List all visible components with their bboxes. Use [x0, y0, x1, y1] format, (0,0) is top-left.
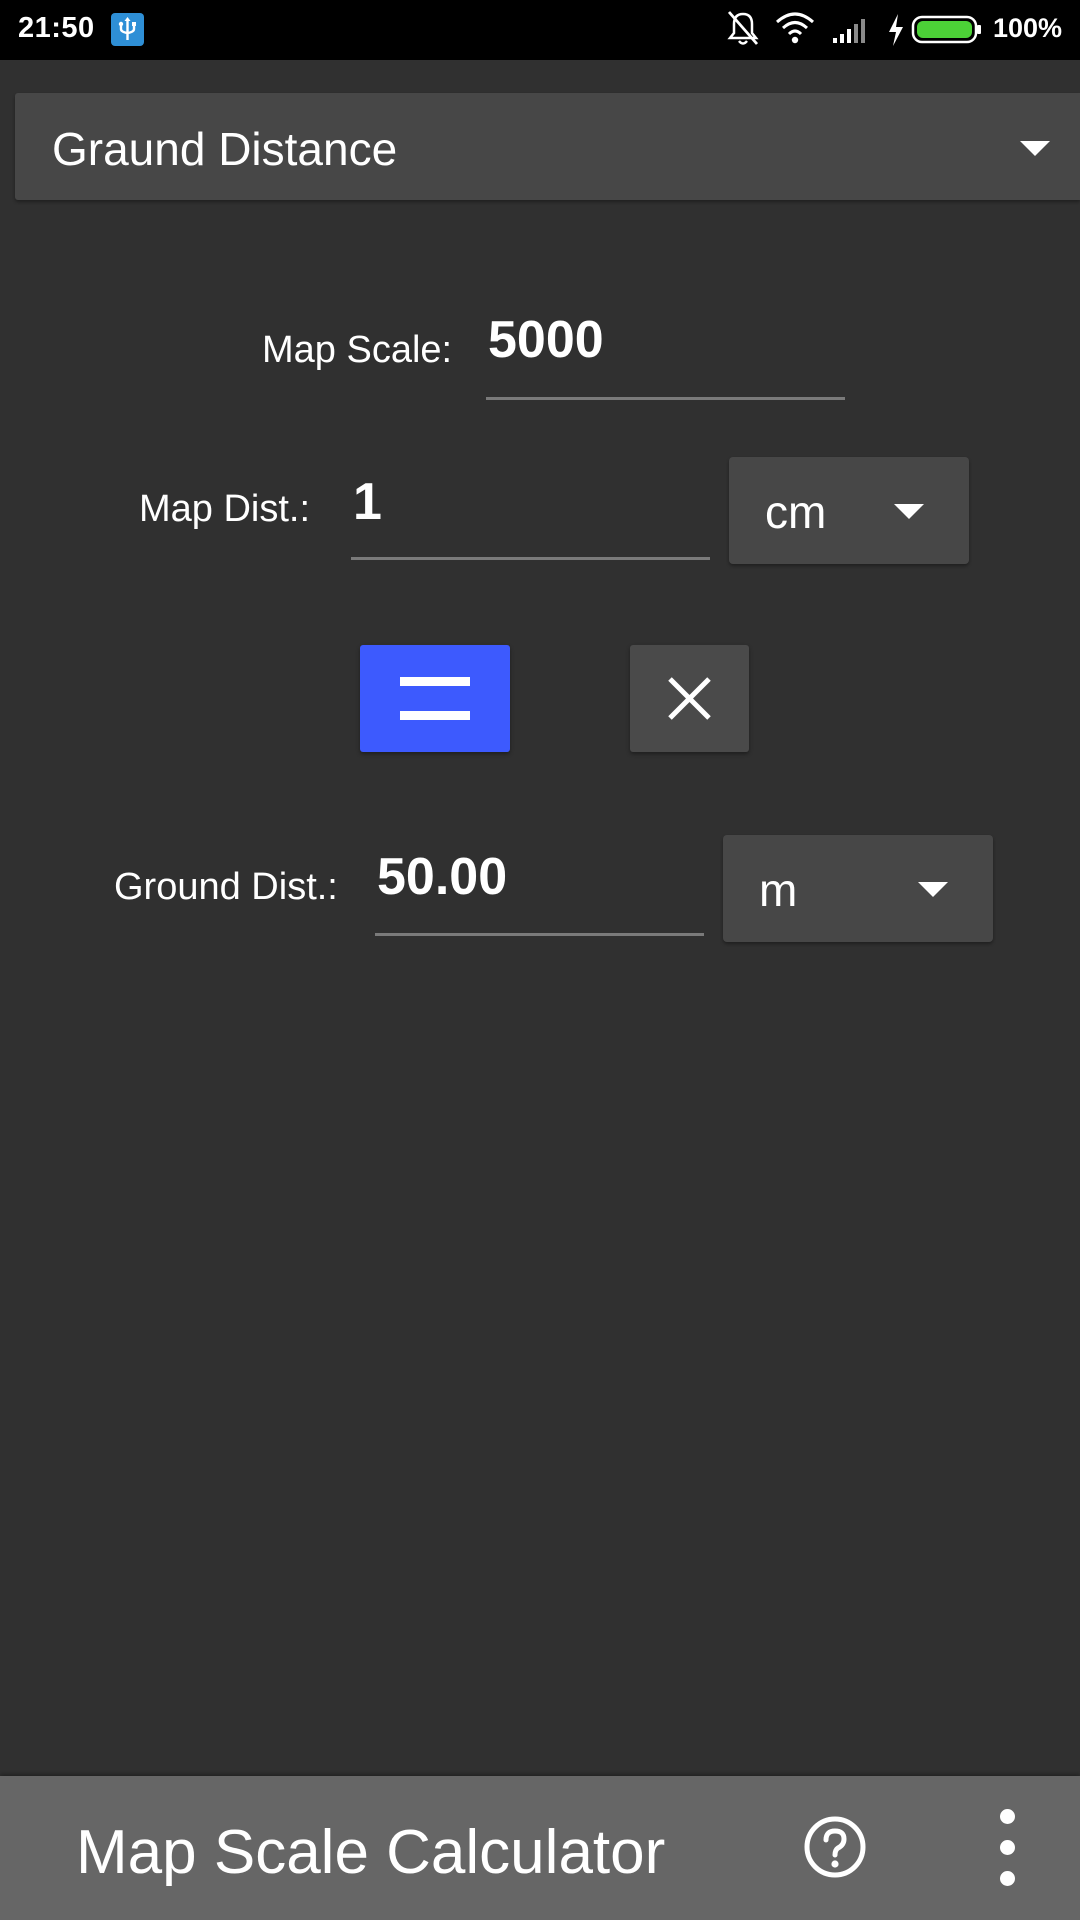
- charging-icon: [884, 0, 908, 65]
- calculate-button[interactable]: [360, 645, 510, 752]
- wifi-icon: [774, 0, 816, 65]
- map-dist-unit-dropdown[interactable]: cm: [729, 457, 969, 564]
- clear-button[interactable]: [630, 645, 749, 752]
- mode-dropdown[interactable]: Graund Distance: [15, 93, 1080, 200]
- help-icon: [804, 1816, 866, 1878]
- battery-icon: [910, 0, 984, 65]
- mode-dropdown-value: Graund Distance: [52, 123, 398, 175]
- bottom-app-bar: Map Scale Calculator: [0, 1776, 1080, 1920]
- status-bar: 21:50 100%: [0, 0, 1080, 60]
- map-scale-value: 5000: [488, 311, 604, 369]
- map-scale-input[interactable]: 5000: [486, 300, 845, 400]
- app-title: Map Scale Calculator: [76, 1818, 666, 1887]
- signal-icon: [830, 0, 872, 65]
- alarm-off-icon: [724, 0, 762, 65]
- close-icon: [668, 677, 711, 720]
- map-dist-unit-value: cm: [765, 486, 827, 538]
- map-dist-input[interactable]: 1: [351, 460, 710, 560]
- ground-dist-unit-dropdown[interactable]: m: [723, 835, 993, 942]
- ground-dist-label: Ground Dist.:: [114, 866, 338, 908]
- map-scale-label: Map Scale:: [262, 329, 453, 371]
- ground-dist-input[interactable]: 50.00: [375, 837, 704, 936]
- dropdown-arrow-icon: [1020, 141, 1050, 156]
- status-time: 21:50: [18, 12, 95, 44]
- map-dist-label: Map Dist.:: [139, 488, 311, 530]
- ground-dist-unit-value: m: [759, 864, 798, 916]
- help-button[interactable]: [797, 1809, 873, 1885]
- more-options-button[interactable]: [986, 1809, 1030, 1887]
- dropdown-arrow-icon: [894, 504, 924, 519]
- map-dist-value: 1: [353, 473, 382, 531]
- dropdown-arrow-icon: [918, 882, 948, 897]
- ground-dist-value: 50.00: [377, 848, 508, 906]
- battery-percent: 100%: [992, 13, 1062, 43]
- usb-icon: [111, 13, 144, 46]
